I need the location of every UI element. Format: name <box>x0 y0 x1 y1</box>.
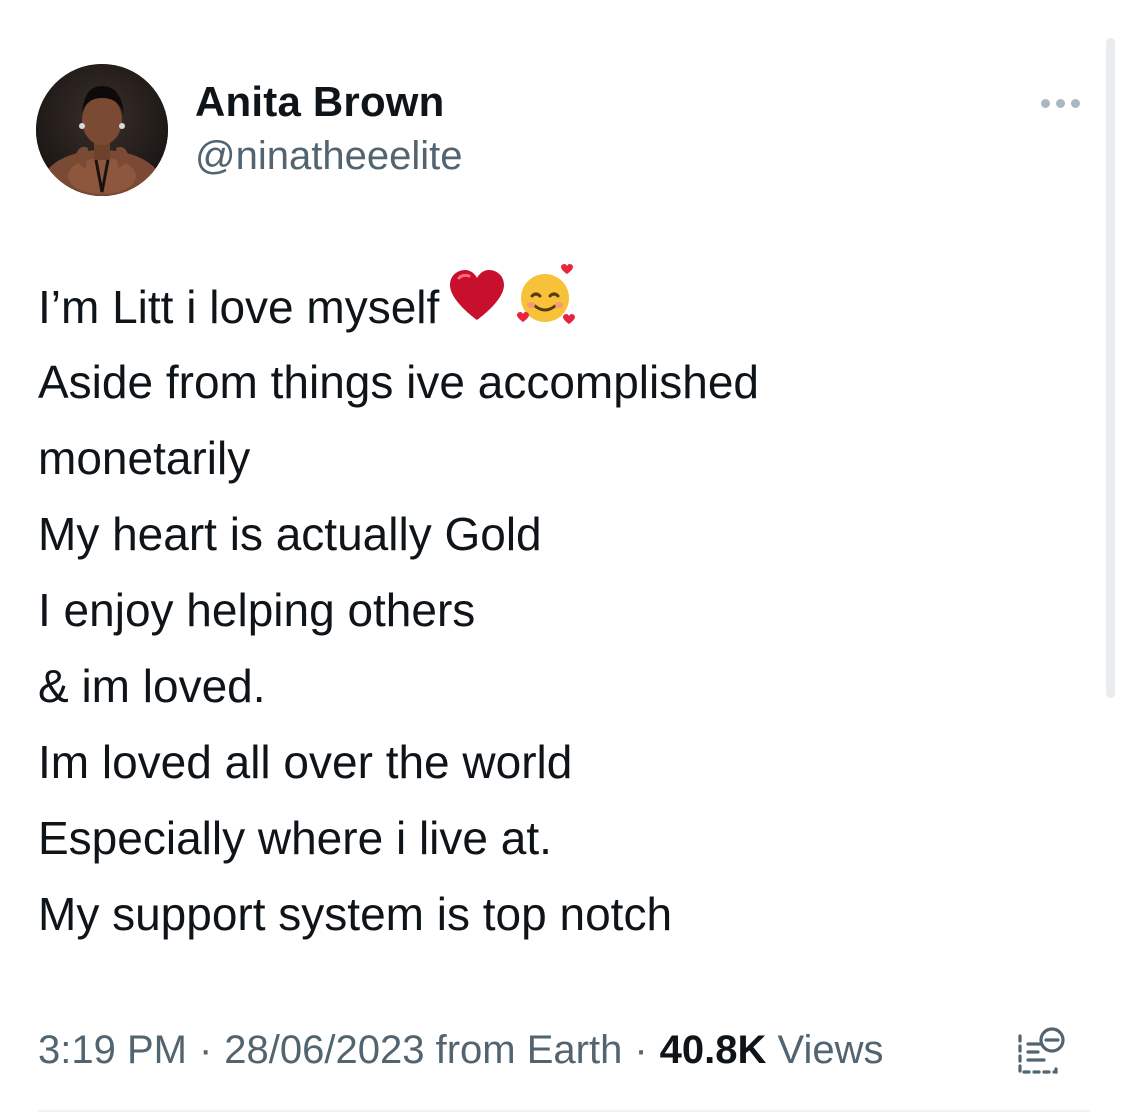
tweet-source: from Earth <box>435 1028 623 1072</box>
tweet-line: Especially where i live at. <box>38 812 552 864</box>
meta-separator: · <box>634 1028 648 1072</box>
tweet-meta: 3:19 PM · 28/06/2023 from Earth · 40.8K View… <box>38 1024 884 1076</box>
tweet-line: I’m Litt i love myself <box>38 264 1078 346</box>
tweet-line: My support system is top notch <box>38 888 673 940</box>
scrollbar[interactable] <box>1106 38 1115 698</box>
red-heart-emoji <box>447 268 507 346</box>
smiling-face-with-hearts-emoji <box>515 264 579 350</box>
tweet-line: & im loved. <box>38 660 266 712</box>
tweet-line: I enjoy helping others <box>38 584 476 636</box>
analytics-icon[interactable] <box>1012 1022 1068 1078</box>
tweet-date[interactable]: 28/06/2023 <box>224 1028 424 1072</box>
divider <box>38 1110 1090 1112</box>
author-display-name[interactable]: Anita Brown <box>195 78 445 126</box>
author-handle[interactable]: @ninatheeelite <box>195 134 462 179</box>
tweet-line: My heart is actually Gold <box>38 508 542 560</box>
tweet-line: Im loved all over the world <box>38 736 573 788</box>
tweet-line: monetarily <box>38 432 251 484</box>
author-avatar[interactable] <box>36 64 168 196</box>
tweet-text: I’m Litt i love myself Aside from things… <box>38 264 1078 952</box>
more-options-button[interactable] <box>1032 86 1088 120</box>
views-label[interactable]: Views <box>778 1028 884 1072</box>
avatar-image <box>36 64 168 196</box>
tweet-time[interactable]: 3:19 PM <box>38 1028 187 1072</box>
views-count[interactable]: 40.8K <box>660 1028 767 1072</box>
tweet-line: Aside from things ive accomplished <box>38 356 759 408</box>
more-horizontal-icon <box>1040 98 1050 108</box>
meta-separator: · <box>198 1028 213 1072</box>
